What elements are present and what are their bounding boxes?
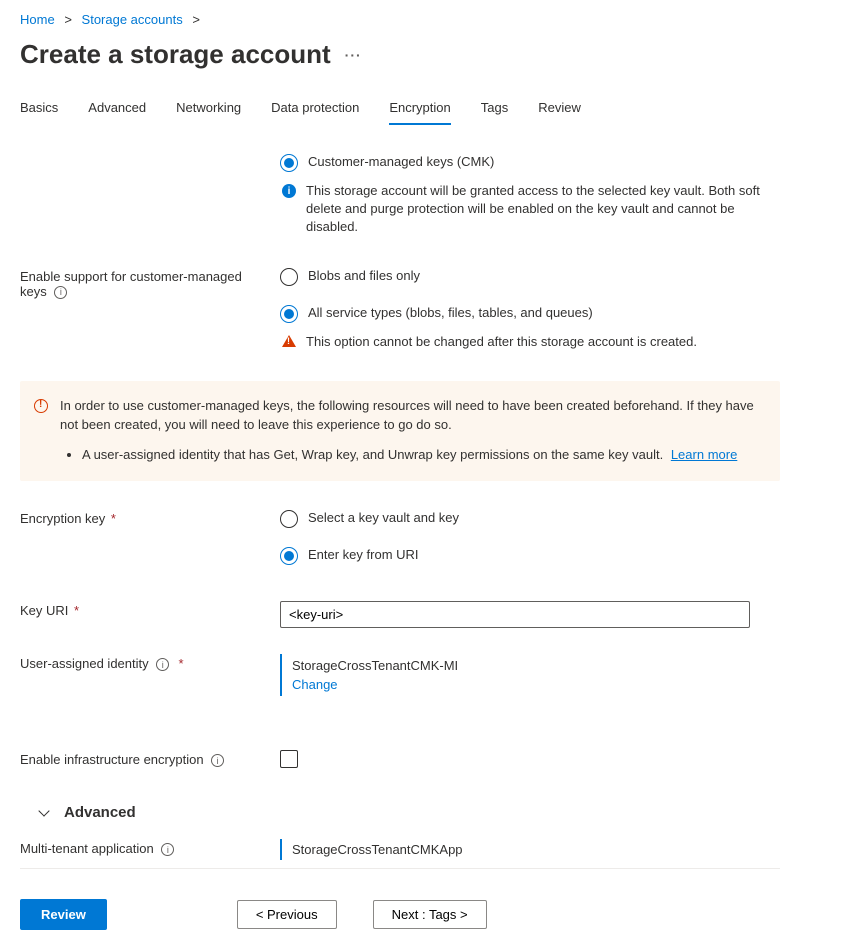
breadcrumb-home[interactable]: Home	[20, 12, 55, 27]
help-icon[interactable]: i	[161, 843, 174, 856]
chevron-down-icon	[38, 806, 49, 817]
help-icon[interactable]: i	[54, 286, 67, 299]
more-actions-icon[interactable]: ···	[345, 47, 362, 63]
radio-enter-uri[interactable]	[280, 547, 298, 565]
wizard-footer: Review < Previous Next : Tags >	[20, 881, 780, 930]
banner-intro-text: In order to use customer-managed keys, t…	[60, 397, 762, 435]
info-icon: i	[282, 184, 296, 198]
key-uri-label: Key URI	[20, 603, 68, 618]
key-uri-input[interactable]	[280, 601, 750, 628]
banner-bullet: A user-assigned identity that has Get, W…	[82, 446, 762, 465]
required-indicator: *	[111, 511, 116, 526]
help-icon[interactable]: i	[156, 658, 169, 671]
radio-select-kv-label: Select a key vault and key	[308, 509, 459, 525]
radio-blobs-files-label: Blobs and files only	[308, 267, 420, 283]
next-button[interactable]: Next : Tags >	[373, 900, 487, 929]
divider	[20, 868, 780, 869]
radio-all-service-label: All service types (blobs, files, tables,…	[308, 304, 593, 320]
learn-more-link[interactable]: Learn more	[671, 447, 737, 462]
radio-all-service-types[interactable]	[280, 305, 298, 323]
chevron-right-icon: >	[192, 12, 200, 27]
advanced-section-header[interactable]: Advanced	[40, 804, 780, 821]
cannot-change-text: This option cannot be changed after this…	[306, 333, 697, 351]
required-indicator: *	[178, 656, 183, 671]
radio-select-key-vault[interactable]	[280, 510, 298, 528]
required-indicator: *	[74, 603, 79, 618]
multi-tenant-app-value: StorageCrossTenantCMKApp	[292, 842, 780, 857]
user-assigned-identity-label: User-assigned identity	[20, 656, 149, 671]
multi-tenant-app-label: Multi-tenant application	[20, 841, 154, 856]
warning-icon	[282, 335, 296, 347]
radio-cmk-label: Customer-managed keys (CMK)	[308, 153, 494, 169]
tab-encryption[interactable]: Encryption	[389, 100, 450, 125]
tab-tags[interactable]: Tags	[481, 100, 508, 125]
tab-review[interactable]: Review	[538, 100, 581, 125]
help-icon[interactable]: i	[211, 754, 224, 767]
tab-basics[interactable]: Basics	[20, 100, 58, 125]
warning-circle-icon	[34, 399, 48, 413]
chevron-right-icon: >	[64, 12, 72, 27]
tab-advanced[interactable]: Advanced	[88, 100, 146, 125]
radio-blobs-files-only[interactable]	[280, 268, 298, 286]
infrastructure-encryption-checkbox[interactable]	[280, 750, 298, 768]
tab-networking[interactable]: Networking	[176, 100, 241, 125]
radio-enter-uri-label: Enter key from URI	[308, 546, 419, 562]
previous-button[interactable]: < Previous	[237, 900, 337, 929]
breadcrumb-storage-accounts[interactable]: Storage accounts	[82, 12, 183, 27]
radio-cmk[interactable]	[280, 154, 298, 172]
change-identity-link[interactable]: Change	[292, 677, 780, 692]
enable-support-label: Enable support for customer-managed keys	[20, 269, 242, 299]
page-title: Create a storage account ···	[20, 39, 821, 70]
infrastructure-encryption-label: Enable infrastructure encryption	[20, 752, 204, 767]
prerequisites-banner: In order to use customer-managed keys, t…	[20, 381, 780, 482]
tab-data-protection[interactable]: Data protection	[271, 100, 359, 125]
review-button[interactable]: Review	[20, 899, 107, 930]
cmk-info-text: This storage account will be granted acc…	[306, 182, 780, 237]
breadcrumb: Home > Storage accounts >	[20, 10, 821, 35]
encryption-key-label: Encryption key	[20, 511, 105, 526]
identity-value: StorageCrossTenantCMK-MI	[292, 658, 780, 673]
tabs: Basics Advanced Networking Data protecti…	[20, 100, 821, 125]
